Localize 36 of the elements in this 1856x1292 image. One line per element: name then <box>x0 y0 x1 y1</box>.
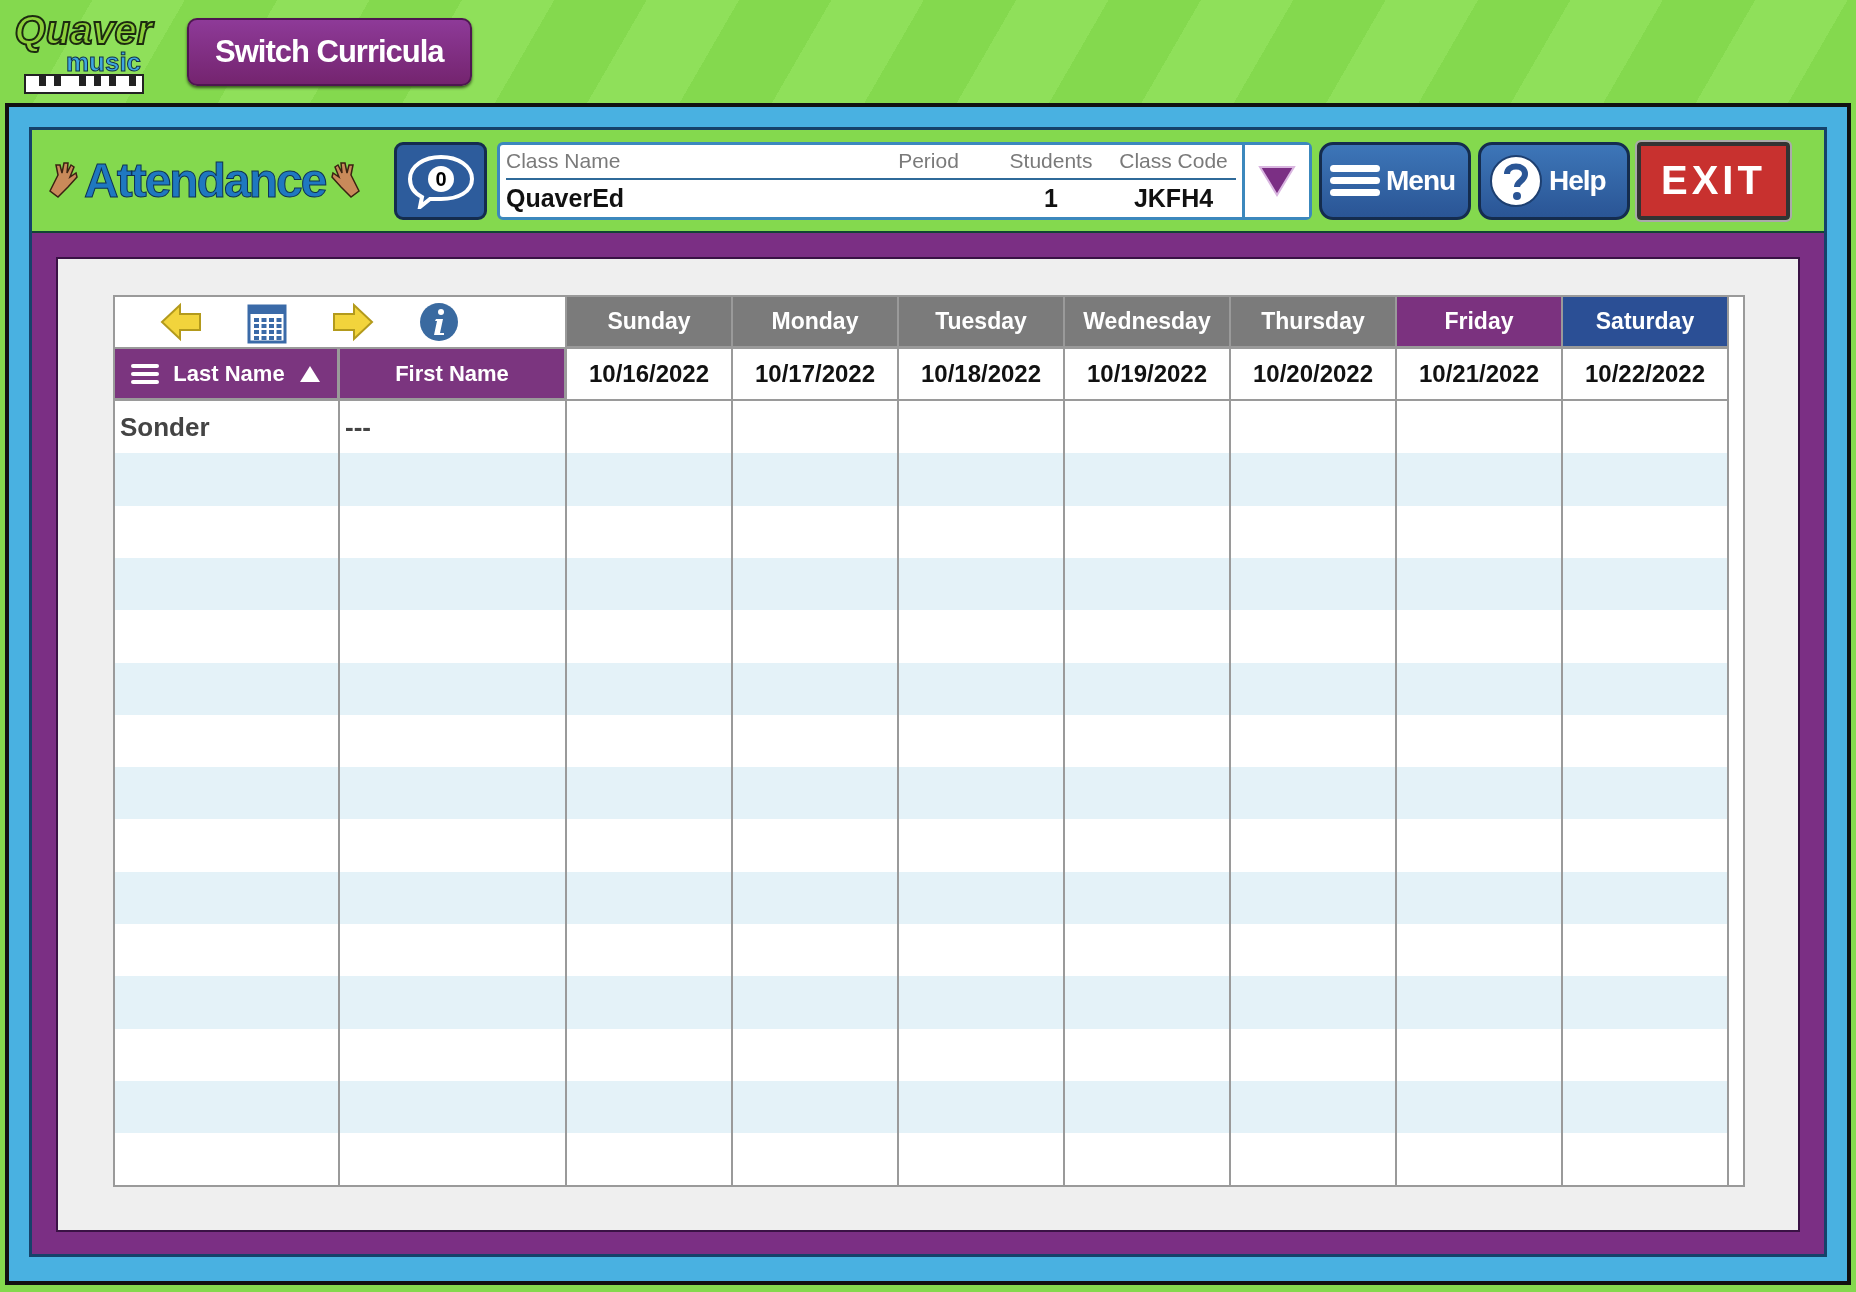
menu-icon[interactable] <box>131 362 160 385</box>
class-value: QuaverEd <box>506 183 626 214</box>
day-header: Wednesday <box>1065 297 1231 349</box>
dropdown-button[interactable] <box>1242 144 1309 217</box>
day-header: Tuesday <box>899 297 1065 349</box>
column-header[interactable]: First Name <box>340 349 567 401</box>
switch-curricula-button[interactable]: Switch Curricula <box>187 17 472 86</box>
dropdown-triangle-icon <box>1257 163 1297 198</box>
sort-ascending-icon <box>298 364 321 383</box>
help-icon <box>1489 153 1543 208</box>
table-cell: --- <box>340 401 567 454</box>
column-label: Class Code <box>1111 144 1236 180</box>
column-label: Last Name <box>173 360 285 387</box>
table-cell: Sonder <box>115 401 340 454</box>
day-header: Thursday <box>1231 297 1397 349</box>
logo-text: Quaver <box>14 9 153 50</box>
menu-button[interactable]: Menu <box>1319 141 1471 220</box>
column-header[interactable]: Last Name <box>115 349 340 401</box>
column-label: Class Name <box>506 144 866 180</box>
logo-text: music <box>65 49 142 74</box>
day-header: Friday <box>1397 297 1563 349</box>
column-label: First Name <box>395 360 509 387</box>
class-value: 1 <box>1043 183 1059 214</box>
page-title: Attendance <box>84 153 326 208</box>
class-value: JKFH4 <box>1132 183 1215 214</box>
piano-keys-icon <box>23 73 144 94</box>
day-header: Monday <box>733 297 899 349</box>
class-selector[interactable]: Class Name Period Students Class Code QuaverEd 1 JKFH4 <box>497 141 1312 220</box>
day-header: Sunday <box>567 297 733 349</box>
exit-button[interactable]: EXIT <box>1637 141 1790 220</box>
column-label: Students <box>991 144 1111 180</box>
day-header: Saturday <box>1563 297 1729 349</box>
menu-icon <box>1330 162 1380 199</box>
messages-button[interactable]: 0 <box>394 141 487 220</box>
help-button[interactable]: Help <box>1478 141 1630 220</box>
column-label: Period <box>866 144 991 180</box>
